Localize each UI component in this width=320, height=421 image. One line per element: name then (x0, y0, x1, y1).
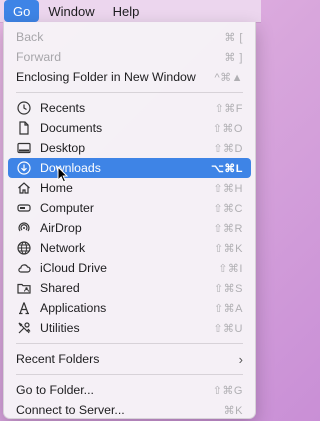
menu-help[interactable]: Help (104, 0, 149, 22)
utilities-icon (16, 320, 32, 336)
menu-separator (16, 92, 243, 93)
menu-item-label: Network (40, 241, 86, 255)
network-icon (16, 240, 32, 256)
menu-item-computer[interactable]: Computer ⇧⌘C (8, 198, 251, 218)
menu-bar: Go Window Help (0, 0, 261, 22)
menu-item-recents[interactable]: Recents ⇧⌘F (8, 98, 251, 118)
menu-item-label: Downloads (40, 161, 101, 175)
menu-item-label: Computer (40, 201, 94, 215)
menu-item-enclosing-folder[interactable]: Enclosing Folder in New Window ^⌘▲ (8, 67, 251, 87)
menu-item-label: Home (40, 181, 73, 195)
desktop-icon (16, 140, 32, 156)
menu-item-label: AirDrop (40, 221, 82, 235)
chevron-right-icon: › (238, 351, 243, 367)
menu-item-back[interactable]: Back ⌘ [ (8, 27, 251, 47)
menu-item-shortcut: ⇧⌘U (213, 322, 243, 335)
menu-item-label: Utilities (40, 321, 80, 335)
menu-item-forward[interactable]: Forward ⌘ ] (8, 47, 251, 67)
menu-item-label: Documents (40, 121, 103, 135)
menu-item-shortcut: ⇧⌘G (212, 384, 243, 397)
menu-item-label: Recents (40, 101, 86, 115)
menu-item-shortcut: ⇧⌘A (213, 302, 243, 315)
cloud-icon (16, 260, 32, 276)
go-menu-dropdown: Back ⌘ [ Forward ⌘ ] Enclosing Folder in… (3, 22, 256, 419)
menu-item-shortcut: ⇧⌘H (213, 182, 243, 195)
menu-item-shortcut: ⇧⌘S (213, 282, 243, 295)
menu-window[interactable]: Window (39, 0, 103, 22)
menu-go[interactable]: Go (4, 0, 40, 22)
download-icon (16, 160, 32, 176)
menu-item-utilities[interactable]: Utilities ⇧⌘U (8, 318, 251, 338)
airdrop-icon (16, 220, 32, 236)
menu-item-recent-folders[interactable]: Recent Folders › (8, 349, 251, 369)
menu-item-shortcut: ^⌘▲ (214, 71, 243, 84)
menu-item-icloud-drive[interactable]: iCloud Drive ⇧⌘I (8, 258, 251, 278)
menu-item-label: iCloud Drive (40, 261, 107, 275)
menu-item-shortcut: ⇧⌘I (218, 262, 243, 275)
menu-item-documents[interactable]: Documents ⇧⌘O (8, 118, 251, 138)
shared-folder-icon (16, 280, 32, 296)
menu-item-shortcut: ⌘ [ (224, 31, 243, 44)
computer-icon (16, 200, 32, 216)
menu-item-applications[interactable]: Applications ⇧⌘A (8, 298, 251, 318)
menu-item-label: Enclosing Folder in New Window (16, 70, 196, 84)
menu-item-shortcut: ⇧⌘K (213, 242, 243, 255)
menu-item-airdrop[interactable]: AirDrop ⇧⌘R (8, 218, 251, 238)
menu-item-shortcut: ⇧⌘C (213, 202, 243, 215)
menu-item-shortcut: ⌘ ] (224, 51, 243, 64)
menu-item-label: Recent Folders (16, 352, 100, 366)
menu-item-label: Forward (16, 50, 62, 64)
menu-item-shortcut: ⌘K (223, 404, 243, 417)
menu-item-desktop[interactable]: Desktop ⇧⌘D (8, 138, 251, 158)
menu-item-shortcut: ⇧⌘D (213, 142, 243, 155)
menu-item-label: Shared (40, 281, 80, 295)
menu-item-connect-to-server[interactable]: Connect to Server... ⌘K (8, 400, 251, 420)
menu-item-network[interactable]: Network ⇧⌘K (8, 238, 251, 258)
menu-item-shortcut: ⇧⌘R (213, 222, 243, 235)
applications-icon (16, 300, 32, 316)
menu-separator (16, 374, 243, 375)
document-icon (16, 120, 32, 136)
menu-item-shortcut: ⇧⌘F (214, 102, 243, 115)
menu-separator (16, 343, 243, 344)
menu-item-label: Back (16, 30, 44, 44)
menu-item-downloads[interactable]: Downloads ⌥⌘L (8, 158, 251, 178)
menu-item-home[interactable]: Home ⇧⌘H (8, 178, 251, 198)
menu-item-shared[interactable]: Shared ⇧⌘S (8, 278, 251, 298)
menu-item-label: Applications (40, 301, 107, 315)
clock-icon (16, 100, 32, 116)
menu-item-label: Connect to Server... (16, 403, 125, 417)
menu-item-shortcut: ⇧⌘O (212, 122, 243, 135)
menu-item-label: Desktop (40, 141, 86, 155)
menu-item-label: Go to Folder... (16, 383, 94, 397)
home-icon (16, 180, 32, 196)
menu-item-shortcut: ⌥⌘L (211, 162, 243, 175)
menu-item-go-to-folder[interactable]: Go to Folder... ⇧⌘G (8, 380, 251, 400)
